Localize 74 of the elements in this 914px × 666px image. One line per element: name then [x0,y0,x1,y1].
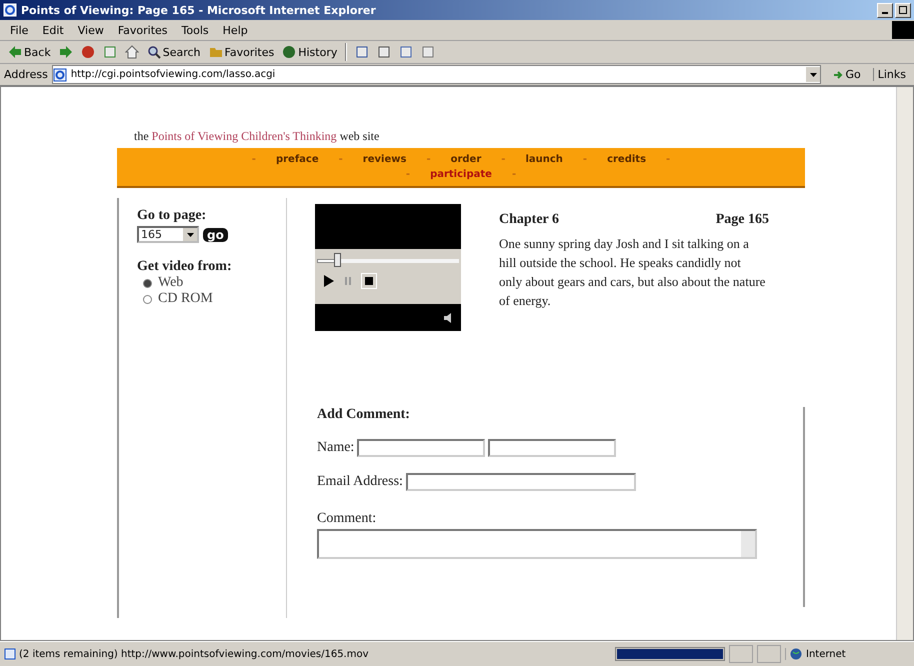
chapter-text: One sunny spring day Josh and I sit talking on a hill outside the school. He speaks candidly not only about gears and cars, but also about the nature of energy. [499,235,766,310]
toolbar-button[interactable]: History [282,45,338,59]
home-icon [124,45,139,59]
nav-separator: - [252,153,256,167]
menu-item[interactable]: File [10,24,28,36]
links-button[interactable]: Links [872,68,910,81]
play-icon[interactable] [323,275,335,287]
status-pane [729,645,753,663]
nav-link[interactable]: credits [607,152,646,167]
window-title: Points of Viewing: Page 165 - Microsoft Internet Explorer [21,4,377,16]
minimize-button[interactable] [877,2,893,18]
nav-link[interactable]: order [450,152,482,167]
scrollbar[interactable] [896,87,913,640]
nav-separator: - [666,153,670,167]
page-select[interactable]: 165 [137,226,199,243]
forward-icon [58,45,73,59]
nav-link[interactable]: preface [276,152,319,167]
go-button[interactable]: go [203,228,228,242]
go-arrow-icon [833,70,844,80]
browser-icon [3,3,17,17]
comment-label: Comment: [317,511,378,527]
security-zone: Internet [785,648,910,660]
speaker-icon[interactable] [443,312,453,324]
page-number: Page 165 [716,212,769,228]
menu-item[interactable]: Help [222,24,248,36]
menu-item[interactable]: Tools [182,24,209,36]
nav-separator: - [406,168,410,182]
address-field[interactable]: http://cgi.pointsofviewing.com/lasso.acgi [52,65,822,84]
nav-separator: - [582,153,588,167]
favorites-icon [208,45,223,59]
status-text: (2 items remaining) http://www.pointsofviewing.com/movies/165.mov [4,648,611,660]
seek-thumb[interactable] [334,253,342,267]
radio-option[interactable]: CD ROM [143,291,286,307]
nav-separator: - [338,153,343,167]
go-button[interactable]: Go [825,68,869,81]
maximize-button[interactable] [895,2,911,18]
stop-button[interactable] [361,273,377,289]
first-name-field[interactable] [357,439,486,457]
radio-option[interactable]: Web [143,275,286,291]
form-title: Add Comment: [317,407,411,423]
email-label: Email Address: [317,474,403,490]
search-icon [146,45,161,59]
stop-icon [80,45,95,59]
last-name-field[interactable] [488,439,616,457]
toolbar-button[interactable]: Back [8,45,51,59]
nav-separator: - [426,153,431,167]
menu-item[interactable]: Favorites [118,24,168,36]
email-field[interactable] [406,473,636,491]
maximize-icon [899,6,907,14]
toolbar-button[interactable]: Search [146,45,201,59]
menu-item[interactable]: View [78,24,104,36]
nav-link[interactable]: reviews [362,152,406,167]
stop-icon [365,277,373,285]
toolbar-button[interactable] [58,45,73,59]
page-icon [4,648,16,660]
site-intro: the Points of Viewing Children's Thinking web site [134,129,380,144]
nav-separator: - [512,168,516,182]
goto-label: Go to page: [137,208,208,224]
page-icon [52,68,67,82]
nav-separator: - [501,153,506,167]
chapter-title: Chapter 6 [499,212,560,228]
menu-item[interactable]: Edit [42,24,64,36]
toolbar-button[interactable]: Favorites [208,45,274,59]
comment-field[interactable] [317,529,757,559]
video-source-label: Get video from: [137,259,233,275]
address-label: Address [4,68,48,81]
dropdown-arrow-icon [186,232,194,236]
back-icon [8,45,22,59]
nav-link[interactable]: launch [525,152,563,167]
globe-icon [790,648,802,660]
name-label: Name: [317,440,354,456]
toolbar-button[interactable] [124,45,139,59]
toolbar-button[interactable] [80,45,95,59]
status-pane [757,645,781,663]
